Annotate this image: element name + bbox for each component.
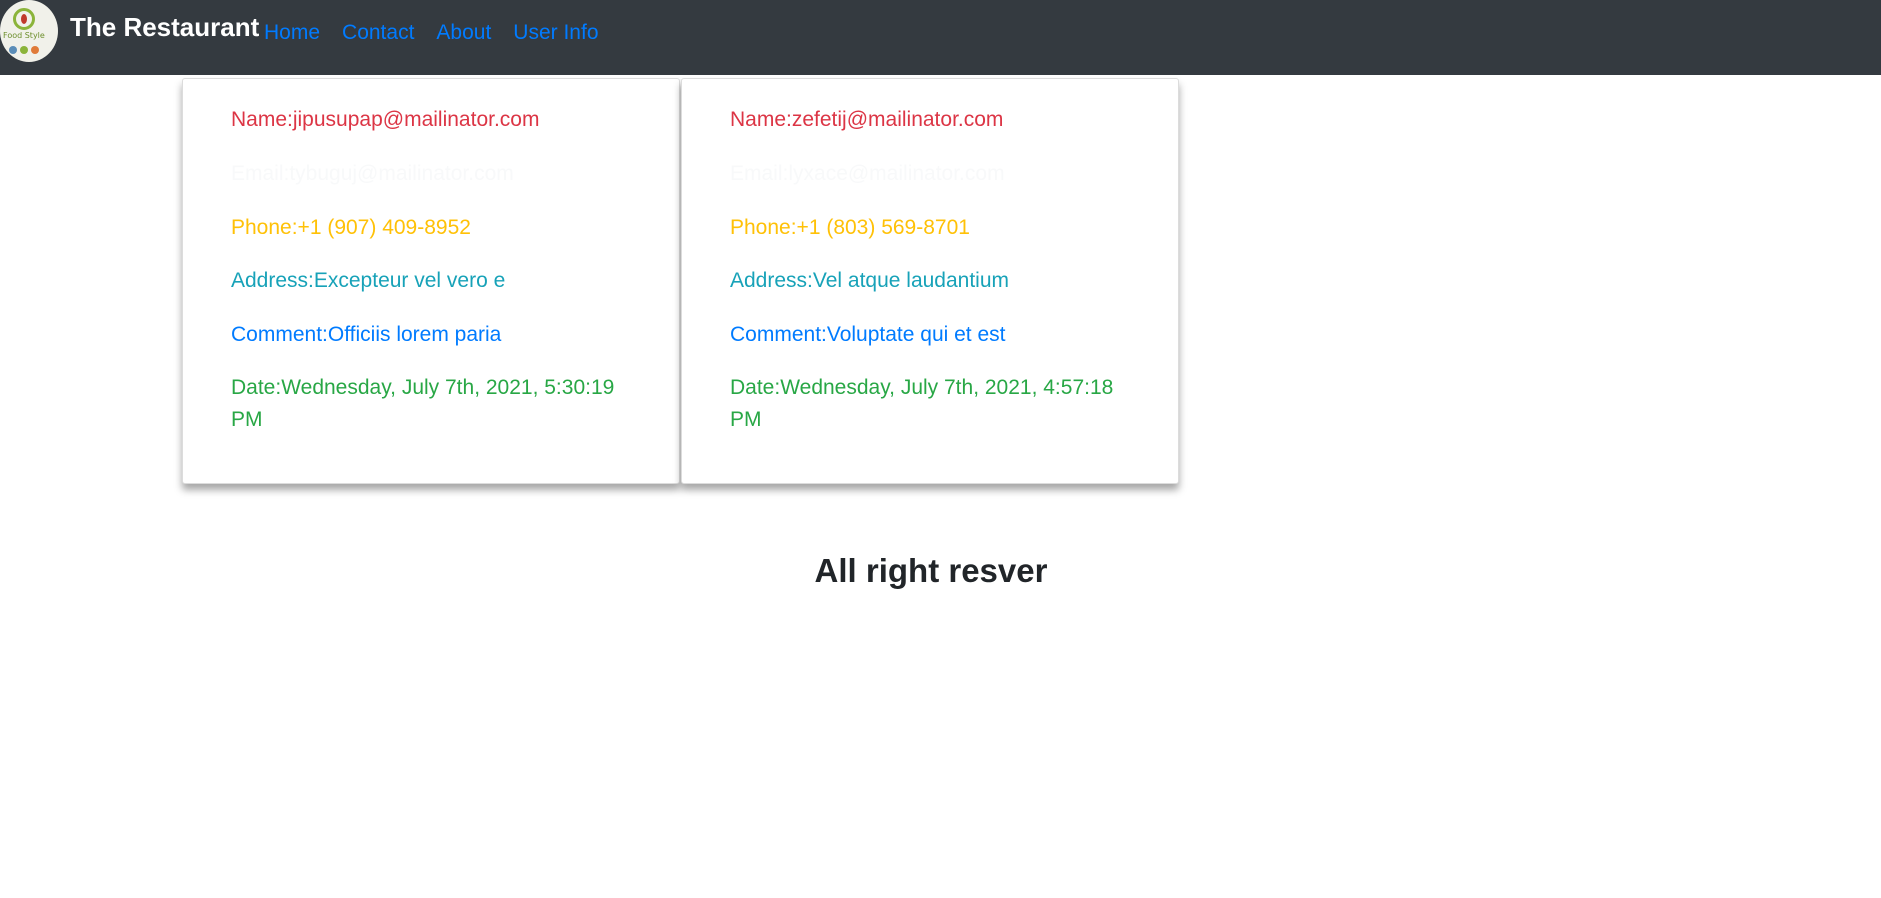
card-comment: Comment:Officiis lorem paria [231,323,502,346]
card-address: Address:Vel atque laudantium [730,269,1010,292]
card-comment: Comment:Voluptate qui et est [730,323,1006,346]
card-email: Email:lyxace@mailinator.com [730,162,1005,185]
nav-link-contact[interactable]: Contact [342,16,414,50]
card-name: Name:zefetij@mailinator.com [730,108,1004,131]
nav-link-user-info[interactable]: User Info [513,16,598,50]
user-info-card: Name:jipusupap@mailinator.com Email:tybu… [182,78,680,484]
card-address: Address:Excepteur vel vero e [231,269,506,292]
restaurant-logo[interactable]: Food Style [0,0,58,62]
card-phone: Phone:+1 (803) 569-8701 [730,216,970,239]
card-name: Name:jipusupap@mailinator.com [231,108,540,131]
card-phone: Phone:+1 (907) 409-8952 [231,216,471,239]
logo-text: Food Style [3,31,45,40]
card-date: Date:Wednesday, July 7th, 2021, 4:57:18 … [730,376,1114,431]
card-date: Date:Wednesday, July 7th, 2021, 5:30:19 … [231,376,615,431]
card-email: Email:tybuguj@mailinator.com [231,162,514,185]
brand-title[interactable]: The Restaurant [70,10,259,44]
nav-link-about[interactable]: About [436,16,491,50]
nav-link-home[interactable]: Home [264,16,320,50]
user-info-card: Name:zefetij@mailinator.com Email:lyxace… [681,78,1179,484]
logo-dots [9,46,39,54]
nav-links: Home Contact About User Info [264,16,599,50]
footer-text: All right resver [814,552,1048,589]
navbar: Food Style The Restaurant Home Contact A… [0,0,1881,75]
leaf-icon [13,8,35,30]
